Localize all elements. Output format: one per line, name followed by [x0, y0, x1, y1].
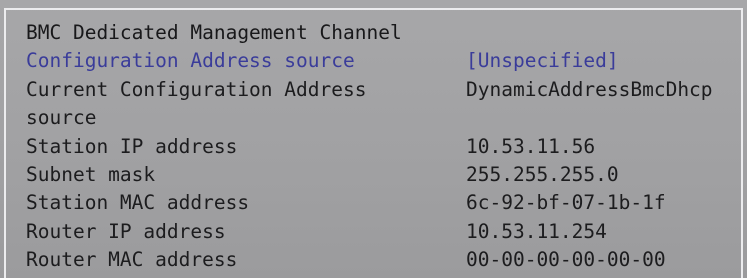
router-mac-label: Router MAC address [26, 248, 238, 271]
section-title: BMC Dedicated Management Channel [26, 21, 402, 44]
station-mac-row: Station MAC address 6c-92-bf-07-1b-1f [0, 189, 747, 217]
router-ip-row: Router IP address 10.53.11.254 [0, 218, 747, 246]
section-heading-row: BMC Dedicated Management Channel [0, 19, 747, 47]
panel-border-top [4, 8, 743, 10]
subnet-mask-label: Subnet mask [26, 163, 156, 186]
router-mac-row: Router MAC address 00-00-00-00-00-00 [0, 246, 747, 274]
station-ip-value: 10.53.11.56 [466, 135, 596, 158]
subnet-mask-row: Subnet mask 255.255.255.0 [0, 161, 747, 189]
current-config-address-label: Current Configuration Address [26, 78, 367, 101]
current-config-address-row-cont: source [0, 104, 747, 132]
bios-setup-screen: BMC Dedicated Management Channel Configu… [0, 0, 747, 278]
station-ip-label: Station IP address [26, 135, 238, 158]
current-config-address-value: DynamicAddressBmcDhcp [466, 78, 713, 101]
current-config-address-label-cont: source [26, 106, 97, 129]
router-ip-value: 10.53.11.254 [466, 220, 607, 243]
config-address-source-value[interactable]: [Unspecified] [466, 47, 619, 75]
router-mac-value: 00-00-00-00-00-00 [466, 248, 666, 271]
station-ip-row: Station IP address 10.53.11.56 [0, 133, 747, 161]
subnet-mask-value: 255.255.255.0 [466, 163, 619, 186]
config-address-source-option[interactable]: Configuration Address source [Unspecifie… [0, 47, 747, 75]
station-mac-label: Station MAC address [26, 191, 250, 214]
router-ip-label: Router IP address [26, 220, 226, 243]
current-config-address-row: Current Configuration Address DynamicAdd… [0, 76, 747, 104]
config-address-source-label: Configuration Address source [26, 49, 355, 72]
station-mac-value: 6c-92-bf-07-1b-1f [466, 191, 666, 214]
